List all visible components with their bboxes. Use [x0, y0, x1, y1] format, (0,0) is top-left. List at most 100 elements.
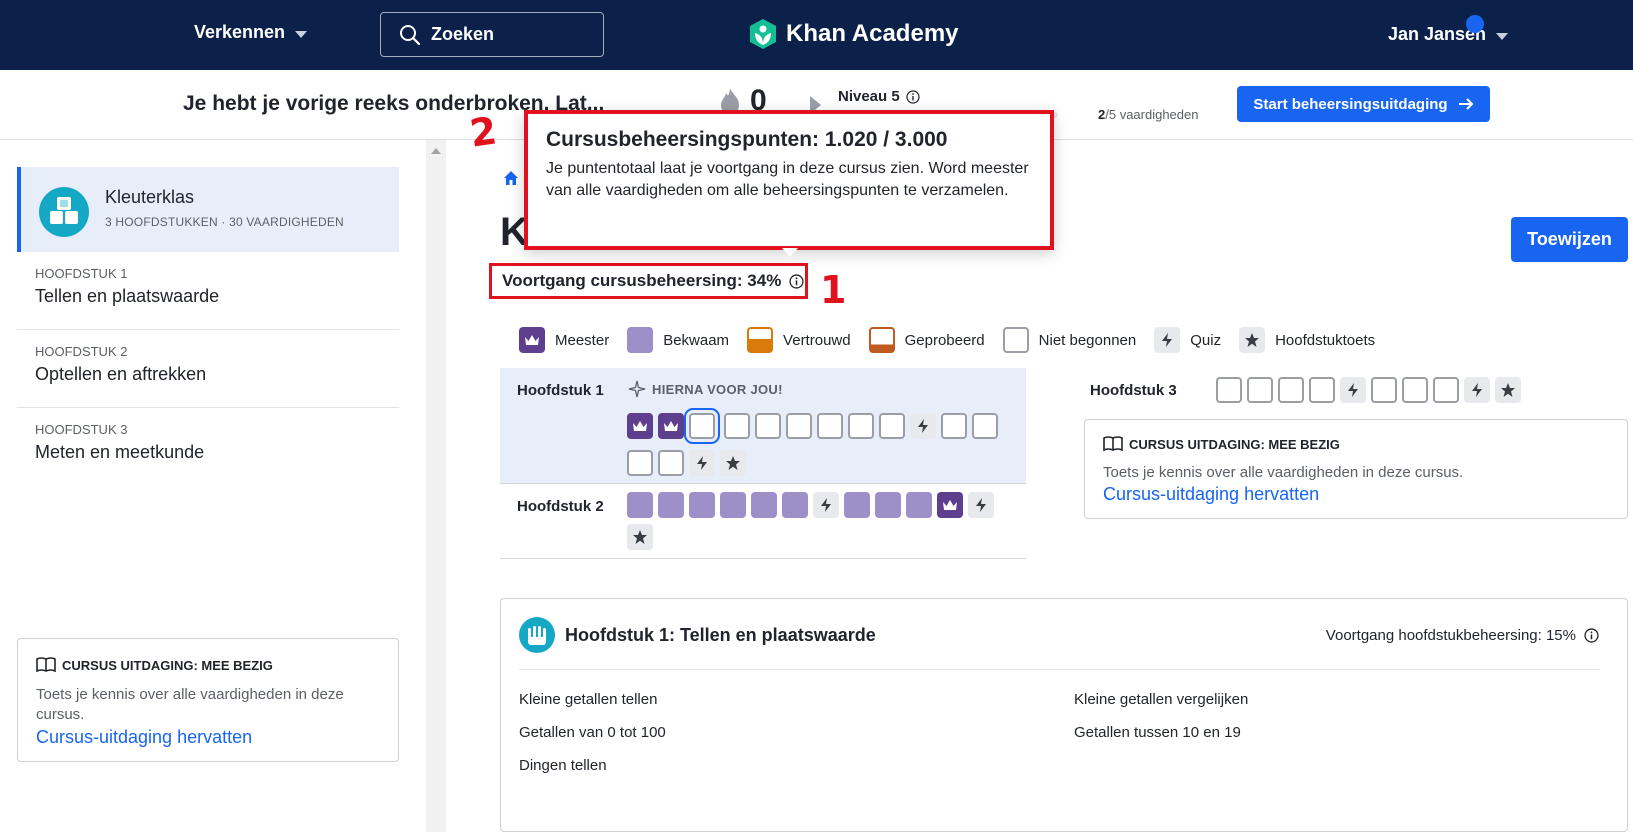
- quiz-lightning-icon[interactable]: [968, 492, 994, 518]
- skill-proficient[interactable]: [751, 492, 777, 518]
- unit-test-star-icon[interactable]: [627, 524, 653, 550]
- legend-not-started: Niet begonnen: [1002, 327, 1137, 353]
- unit-test-star-icon[interactable]: [1495, 377, 1521, 403]
- resume-challenge-link[interactable]: Cursus-uitdaging hervatten: [1103, 484, 1319, 505]
- skill-proficient[interactable]: [782, 492, 808, 518]
- scroll-up-arrow-icon[interactable]: [431, 148, 441, 154]
- skill-proficient[interactable]: [906, 492, 932, 518]
- skill-proficient[interactable]: [627, 492, 653, 518]
- skill-proficient[interactable]: [689, 492, 715, 518]
- sidebar-scrollbar[interactable]: [426, 140, 446, 832]
- sidebar-unit-3[interactable]: HOOFDSTUK 3 Meten en meetkunde: [17, 408, 399, 486]
- main-course-challenge: CURSUS UITDAGING: MEE BEZIG Toets je ken…: [1084, 419, 1628, 519]
- challenge-title: CURSUS UITDAGING: MEE BEZIG: [1103, 436, 1340, 452]
- mastery-legend: Meester Bekwaam Vertrouwd Geprobeerd Nie…: [519, 327, 1393, 353]
- unit-1-skills-row-1: [627, 408, 998, 444]
- unit-name[interactable]: Hoofdstuk 2: [517, 498, 604, 515]
- skill-not-started[interactable]: [941, 413, 967, 439]
- quiz-lightning-icon[interactable]: [813, 492, 839, 518]
- skill-not-started[interactable]: [1402, 377, 1428, 403]
- sidebar-unit-2[interactable]: HOOFDSTUK 2 Optellen en aftrekken: [17, 330, 399, 408]
- course-card[interactable]: Kleuterklas 3 HOOFDSTUKKEN · 30 VAARDIGH…: [17, 167, 399, 252]
- skill-proficient[interactable]: [658, 492, 684, 518]
- unit-label: HOOFDSTUK 1: [35, 266, 128, 281]
- skill-proficient[interactable]: [720, 492, 746, 518]
- skill-not-started[interactable]: [1278, 377, 1304, 403]
- info-icon[interactable]: [906, 89, 920, 104]
- user-menu[interactable]: Jan Jansen: [1388, 24, 1509, 45]
- skill-not-started[interactable]: [848, 413, 874, 439]
- unit-label: HOOFDSTUK 3: [35, 422, 128, 437]
- skill-current-not-started[interactable]: [684, 408, 720, 444]
- skill-not-started[interactable]: [786, 413, 812, 439]
- sidebar-unit-1[interactable]: HOOFDSTUK 1 Tellen en plaatswaarde: [17, 252, 399, 330]
- khan-academy-logo[interactable]: Khan Academy: [748, 18, 959, 50]
- skill-proficient[interactable]: [844, 492, 870, 518]
- skill-master-crown-icon[interactable]: [937, 492, 963, 518]
- quiz-lightning-icon[interactable]: [1464, 377, 1490, 403]
- legend-master: Meester: [519, 327, 609, 353]
- assign-button[interactable]: Toewijzen: [1511, 217, 1628, 262]
- challenge-title-text: CURSUS UITDAGING: MEE BEZIG: [62, 657, 273, 673]
- skill-link[interactable]: Dingen tellen: [519, 757, 607, 774]
- info-icon[interactable]: [1584, 628, 1599, 643]
- legend-label: Quiz: [1190, 331, 1222, 349]
- skill-not-started[interactable]: [627, 450, 653, 476]
- skill-link[interactable]: Kleine getallen tellen: [519, 691, 657, 708]
- unit-card-title[interactable]: Hoofdstuk 1: Tellen en plaatswaarde: [565, 625, 876, 646]
- skill-not-started[interactable]: [724, 413, 750, 439]
- skill-master-crown-icon[interactable]: [627, 413, 653, 439]
- home-icon[interactable]: [503, 170, 519, 186]
- skill-not-started[interactable]: [1309, 377, 1335, 403]
- up-next-text: HIERNA VOOR JOU!: [652, 381, 783, 397]
- skill-link[interactable]: Kleine getallen vergelijken: [1074, 691, 1248, 708]
- skill-link[interactable]: Getallen van 0 tot 100: [519, 724, 666, 741]
- info-icon[interactable]: [789, 273, 804, 289]
- explore-menu[interactable]: Verkennen: [194, 22, 308, 43]
- proficient-square-icon: [627, 327, 654, 353]
- skill-not-started[interactable]: [972, 413, 998, 439]
- not-started-square-icon: [1002, 327, 1029, 353]
- search-box[interactable]: Zoeken: [380, 12, 604, 57]
- unit-progress-text: Voortgang hoofdstukbeheersing: 15%: [1325, 627, 1576, 644]
- unit-2-skills-row-1: [627, 492, 994, 518]
- mastery-progress-text: Voortgang cursusbeheersing: 34%: [502, 271, 782, 290]
- level-label: Niveau 5: [838, 88, 920, 105]
- unit-3-name[interactable]: Hoofdstuk 3: [1090, 382, 1177, 399]
- start-mastery-challenge-button[interactable]: Start beheersingsuitdaging: [1237, 86, 1490, 122]
- challenge-description: Toets je kennis over alle vaardigheden i…: [1103, 464, 1464, 481]
- legend-label: Hoofdstuktoets: [1275, 331, 1376, 349]
- skill-not-started[interactable]: [879, 413, 905, 439]
- skill-link[interactable]: Getallen tussen 10 en 19: [1074, 724, 1241, 741]
- skill-proficient[interactable]: [875, 492, 901, 518]
- unit-title: Meten en meetkunde: [35, 442, 205, 462]
- quiz-lightning-icon[interactable]: [910, 413, 936, 439]
- tooltip-body: Je puntentotaal laat je voortgang in dez…: [546, 160, 1029, 199]
- skill-not-started[interactable]: [817, 413, 843, 439]
- start-button-label: Start beheersingsuitdaging: [1253, 95, 1448, 113]
- skill-master-crown-icon[interactable]: [658, 413, 684, 439]
- unit-1-skills-row-2: [627, 450, 746, 476]
- arrow-right-icon: [1458, 98, 1474, 110]
- skills-total: /5 vaardigheden: [1105, 107, 1199, 122]
- chevron-down-icon: [295, 30, 308, 38]
- skill-not-started[interactable]: [755, 413, 781, 439]
- unit-name[interactable]: Hoofdstuk 1: [517, 382, 604, 399]
- resume-challenge-link[interactable]: Cursus-uitdaging hervatten: [36, 727, 252, 748]
- skill-not-started[interactable]: [1247, 377, 1273, 403]
- challenge-title: CURSUS UITDAGING: MEE BEZIG: [36, 657, 273, 673]
- crown-icon: [519, 327, 545, 353]
- skill-not-started[interactable]: [1371, 377, 1397, 403]
- annotation-number-1: 1: [820, 268, 847, 312]
- khan-logo-icon: [750, 19, 776, 49]
- legend-label: Niet begonnen: [1038, 331, 1137, 349]
- skill-not-started[interactable]: [658, 450, 684, 476]
- unit-test-star-icon[interactable]: [720, 450, 746, 476]
- quiz-lightning-icon[interactable]: [689, 450, 715, 476]
- unit-title: Tellen en plaatswaarde: [35, 286, 220, 306]
- skill-not-started[interactable]: [1433, 377, 1459, 403]
- legend-familiar: Vertrouwd: [747, 327, 851, 353]
- level-text: Niveau 5: [838, 88, 900, 105]
- quiz-lightning-icon[interactable]: [1340, 377, 1366, 403]
- skill-not-started[interactable]: [1216, 377, 1242, 403]
